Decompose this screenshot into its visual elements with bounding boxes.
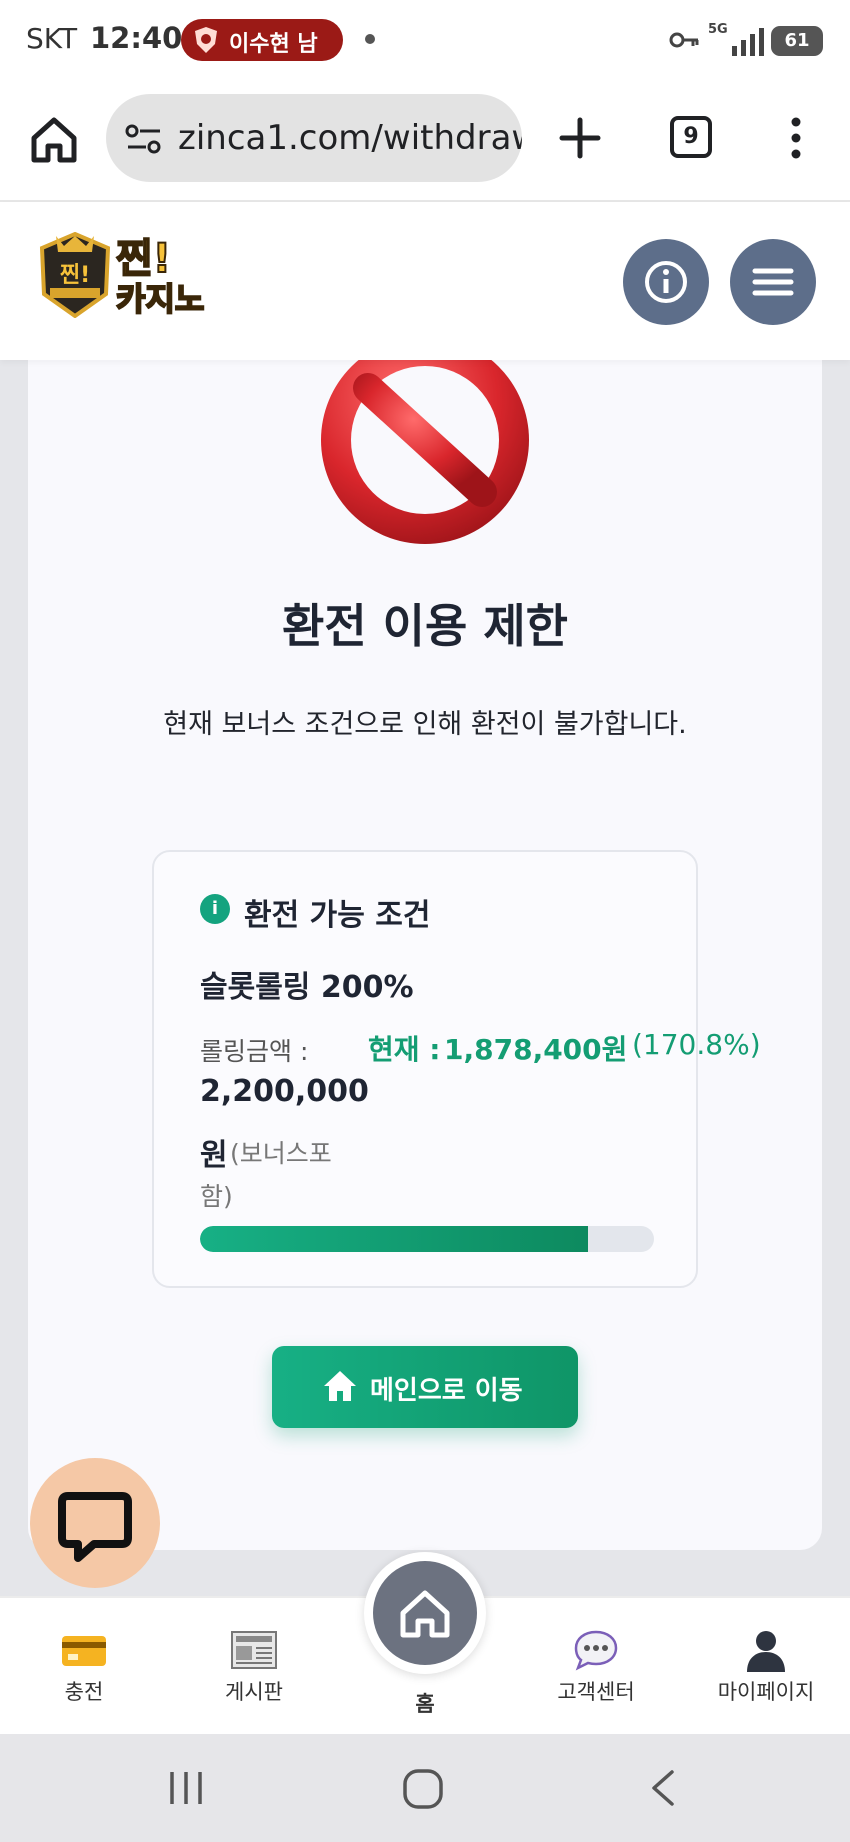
- live-chat-button[interactable]: [30, 1458, 160, 1588]
- nav-item-home[interactable]: [364, 1552, 486, 1674]
- url-text: zinca1.com/withdraw: [178, 118, 522, 158]
- nav-item-mypage[interactable]: 마이페이지: [704, 1598, 828, 1736]
- credit-card-icon: [62, 1636, 106, 1666]
- current-rolling-label: 현재 :: [368, 1033, 441, 1066]
- shield-icon: [195, 27, 217, 53]
- browser-toolbar: zinca1.com/withdraw 9: [0, 80, 850, 202]
- site-header: 찐! 찐! 카지노: [0, 202, 850, 360]
- rolling-amount-unit: 원: [200, 1138, 228, 1173]
- info-circle-icon: i: [200, 894, 230, 924]
- vpn-key-icon: [669, 32, 699, 48]
- menu-button[interactable]: [730, 239, 816, 325]
- carrier-label: SKT: [26, 22, 78, 55]
- nav-label-charge: 충전: [64, 1680, 104, 1704]
- nav-label-board: 게시판: [225, 1680, 283, 1704]
- rolling-amount-label: 롤링금액 :: [200, 1037, 309, 1066]
- info-button[interactable]: [623, 239, 709, 325]
- go-main-button-label: 메인으로 이동: [370, 1376, 523, 1406]
- hamburger-icon: [752, 268, 794, 296]
- condition-rule: 슬롯롤링 200%: [200, 970, 414, 1005]
- prohibited-icon: [321, 358, 529, 544]
- svg-text:찐!: 찐!: [60, 263, 90, 288]
- rolling-progress-fill: [200, 1226, 588, 1252]
- info-icon: [645, 261, 687, 303]
- back-icon[interactable]: [648, 1768, 678, 1808]
- recording-pill-label: 이수현 남: [229, 32, 318, 57]
- nav-item-board[interactable]: 게시판: [194, 1598, 314, 1736]
- status-bar: SKT 12:40 이수현 남 5G 61: [0, 0, 850, 80]
- network-type-label: 5G: [708, 22, 728, 37]
- nav-label-home: 홈: [415, 1692, 435, 1716]
- clock: 12:40: [90, 21, 183, 55]
- nav-item-support[interactable]: 고객센터: [536, 1598, 656, 1736]
- home-icon: [400, 1590, 450, 1638]
- go-main-button[interactable]: 메인으로 이동: [272, 1346, 578, 1428]
- casino-badge-icon: 찐!: [39, 232, 111, 318]
- rolling-progress-bar: [200, 1226, 654, 1252]
- chat-bubble-icon: [58, 1492, 132, 1562]
- logo-text-sub: 카지노: [115, 279, 205, 319]
- current-rolling-percent: (170.8%): [632, 1028, 761, 1061]
- browser-home-icon[interactable]: [28, 114, 80, 166]
- site-logo[interactable]: 찐! 찐! 카지노: [36, 226, 216, 326]
- notification-dot: [365, 34, 375, 44]
- user-silhouette-icon: [747, 1631, 785, 1672]
- home-fab-inner: [373, 1561, 477, 1665]
- more-menu-icon[interactable]: [784, 116, 808, 160]
- system-navigation-bar: [0, 1734, 850, 1842]
- rolling-amount-value: 2,200,000: [200, 1074, 369, 1109]
- restriction-title: 환전 이용 제한: [282, 599, 568, 653]
- rolling-note-line2: 함): [200, 1182, 233, 1211]
- site-settings-icon[interactable]: [124, 122, 164, 156]
- recording-pill[interactable]: 이수현 남: [181, 19, 343, 61]
- battery-indicator: 61: [771, 26, 823, 56]
- nav-label-mypage: 마이페이지: [717, 1680, 815, 1704]
- current-rolling-value: 1,878,400원: [444, 1033, 628, 1066]
- newspaper-icon: [231, 1631, 277, 1669]
- tab-switcher-button[interactable]: 9: [670, 116, 712, 158]
- rolling-note-line1: (보너스포: [230, 1139, 332, 1168]
- recent-apps-icon[interactable]: [166, 1768, 206, 1808]
- home-circle-icon[interactable]: [402, 1768, 444, 1810]
- restriction-description: 현재 보너스 조건으로 인해 환전이 불가합니다.: [163, 709, 687, 740]
- address-bar[interactable]: zinca1.com/withdraw: [106, 94, 522, 182]
- nav-label-support: 고객센터: [557, 1680, 635, 1704]
- signal-icon: 5G: [708, 22, 766, 56]
- condition-title: 환전 가능 조건: [244, 898, 431, 933]
- new-tab-icon[interactable]: [558, 116, 602, 160]
- home-icon: [324, 1371, 356, 1401]
- nav-item-charge[interactable]: 충전: [24, 1598, 144, 1736]
- speech-bubble-icon: [574, 1630, 618, 1671]
- withdraw-condition-box: i 환전 가능 조건 슬롯롤링 200% 롤링금액 : 2,200,000 원 …: [152, 850, 761, 1288]
